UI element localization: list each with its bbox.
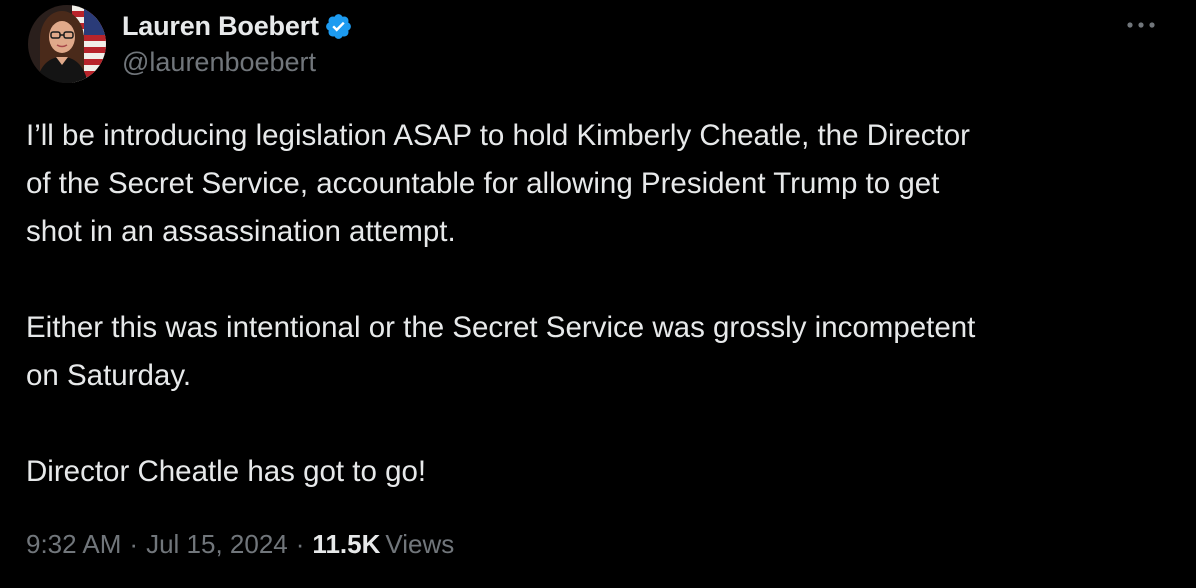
meta-separator: · <box>295 529 305 559</box>
verified-badge-icon[interactable] <box>324 12 353 41</box>
tweet-date[interactable]: Jul 15, 2024 <box>146 529 288 560</box>
avatar-image <box>28 5 106 83</box>
author-name-row: Lauren Boebert <box>122 8 353 44</box>
tweet-text: I’ll be introducing legislation ASAP to … <box>26 112 1186 496</box>
tweet-paragraph: Either this was intentional or the Secre… <box>26 311 976 392</box>
tweet-card: Lauren Boebert @laurenboebert I’ll be in… <box>0 0 1196 588</box>
tweet-paragraph: I’ll be introducing legislation ASAP to … <box>26 119 970 248</box>
ellipsis-icon[interactable] <box>1124 14 1158 36</box>
views-count: 11.5K <box>312 529 381 559</box>
author-display-name[interactable]: Lauren Boebert <box>122 11 319 42</box>
views-label: Views <box>385 529 455 559</box>
meta-separator: · <box>129 529 139 559</box>
author-handle[interactable]: @laurenboebert <box>122 47 316 78</box>
tweet-time[interactable]: 9:32 AM <box>26 529 121 560</box>
tweet-meta: 9:32 AM · Jul 15, 2024 · 11.5K Views <box>26 529 454 560</box>
tweet-paragraph: Director Cheatle has got to go! <box>26 455 427 488</box>
author-avatar[interactable] <box>28 5 106 83</box>
